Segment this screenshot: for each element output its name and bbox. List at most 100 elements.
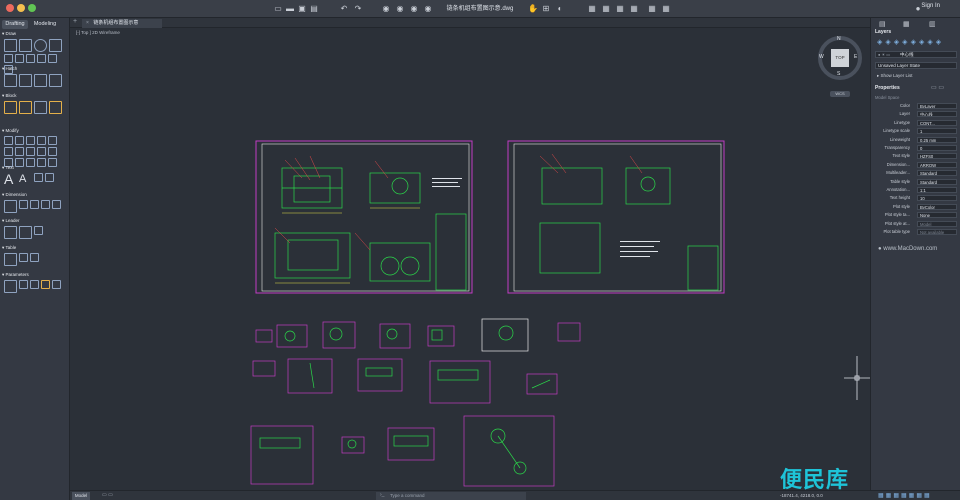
grid-icon[interactable]: ⊞: [542, 5, 550, 13]
property-value[interactable]: ARROW: [917, 161, 957, 168]
explode-tool-icon[interactable]: [37, 147, 46, 156]
minimize-window-button[interactable]: [17, 4, 25, 12]
close-tab-icon[interactable]: ×: [86, 20, 89, 26]
ellipse-tool-icon[interactable]: [26, 54, 35, 63]
section-table[interactable]: ▾ Table: [2, 245, 16, 251]
lock-constraint-icon[interactable]: [41, 280, 50, 289]
insert-block-icon[interactable]: [4, 101, 17, 114]
property-value[interactable]: None: [917, 212, 957, 219]
text-style-icon[interactable]: [34, 173, 43, 182]
section-block[interactable]: ▾ Block: [2, 93, 17, 99]
compass-west[interactable]: W: [819, 54, 824, 60]
new-file-icon[interactable]: ▭: [274, 5, 282, 13]
extend-tool-icon[interactable]: [37, 136, 46, 145]
gradient-tool-icon[interactable]: [19, 74, 32, 87]
layer-off-icon[interactable]: ◈: [894, 38, 899, 46]
model-tab[interactable]: Model: [72, 492, 90, 500]
zoom-icon[interactable]: ◉: [382, 5, 390, 13]
property-value[interactable]: Not available: [917, 229, 957, 235]
sign-in-link[interactable]: Sign In: [921, 3, 940, 9]
radius-dimension-icon[interactable]: [41, 200, 50, 209]
parallel-constraint-icon[interactable]: [30, 280, 39, 289]
hand-icon[interactable]: ✋: [528, 5, 538, 13]
print-icon[interactable]: ▤: [310, 5, 318, 13]
blocks-tab-icon[interactable]: ▦: [903, 20, 910, 28]
osnap-icon[interactable]: ▦: [630, 5, 638, 13]
tab-modeling[interactable]: Modeling: [30, 20, 60, 29]
properties-tab-icon[interactable]: ▥: [929, 20, 936, 28]
property-value[interactable]: Standard: [917, 170, 957, 177]
orbit-icon[interactable]: ◉: [410, 5, 418, 13]
show-layer-list-toggle[interactable]: ▸ Show Layer List: [877, 73, 913, 79]
circle-tool-icon[interactable]: [34, 39, 47, 52]
add-leader-icon[interactable]: [19, 226, 32, 239]
angular-dimension-icon[interactable]: [30, 200, 39, 209]
data-link-icon[interactable]: [19, 253, 28, 262]
render-icon[interactable]: ◉: [424, 5, 432, 13]
chamfer-tool-icon[interactable]: [37, 158, 46, 167]
layer-visibility-icon[interactable]: ● ☀ ▭: [878, 52, 890, 57]
compass-east[interactable]: E: [854, 54, 857, 60]
property-value[interactable]: ByLayer: [917, 103, 957, 109]
tab-drafting[interactable]: Drafting: [2, 20, 28, 29]
mirror-tool-icon[interactable]: [15, 147, 24, 156]
quick-select-icon[interactable]: ▭ ▭: [931, 84, 944, 91]
aligned-dimension-icon[interactable]: [19, 200, 28, 209]
spline-tool-icon[interactable]: [37, 54, 46, 63]
zoom-window-button[interactable]: [28, 4, 36, 12]
hatch-tool-icon[interactable]: [4, 74, 17, 87]
compass-south[interactable]: S: [837, 71, 840, 77]
polyline-tool-icon[interactable]: [19, 39, 32, 52]
section-hatch[interactable]: ▾ Hatch: [2, 66, 17, 72]
point-tool-icon[interactable]: [48, 54, 57, 63]
layer-freeze-icon[interactable]: ◈: [885, 38, 890, 46]
array-tool-icon[interactable]: [15, 158, 24, 167]
layer-previous-icon[interactable]: ◈: [927, 38, 932, 46]
stretch-tool-icon[interactable]: [48, 147, 57, 156]
rotate-tool-icon[interactable]: [15, 136, 24, 145]
property-value[interactable]: HZFS0: [917, 153, 957, 160]
open-folder-icon[interactable]: ▬: [286, 5, 294, 13]
drawing-sheet-2[interactable]: [507, 140, 725, 294]
layout-tabs-icon[interactable]: ▭ ▭: [102, 492, 113, 498]
viewcube-top-face[interactable]: TOP: [831, 49, 849, 67]
properties-scope[interactable]: Model Space: [875, 95, 957, 101]
move-tool-icon[interactable]: [4, 136, 13, 145]
single-line-text-icon[interactable]: A: [19, 173, 32, 186]
show-constraints-icon[interactable]: [52, 280, 61, 289]
layer-tool-icon[interactable]: ▦: [648, 5, 656, 13]
viewcube[interactable]: TOP N S W E: [818, 36, 862, 80]
layers-tab-icon[interactable]: ▤: [879, 20, 886, 28]
command-line-input[interactable]: Type a command: [376, 492, 526, 500]
properties-tool-icon[interactable]: ▦: [662, 5, 670, 13]
redo-icon[interactable]: ↷: [354, 5, 362, 13]
property-value[interactable]: Standard: [917, 178, 957, 185]
undo-icon[interactable]: ↶: [340, 5, 348, 13]
save-icon[interactable]: ▣: [298, 5, 306, 13]
section-draw[interactable]: ▾ Draw: [2, 31, 16, 37]
property-value[interactable]: 1: [917, 128, 957, 135]
edit-block-icon[interactable]: [34, 101, 47, 114]
extract-data-icon[interactable]: [30, 253, 39, 262]
wcs-button[interactable]: WCS: [830, 91, 850, 97]
new-layer-icon[interactable]: ◈: [877, 38, 882, 46]
multileader-icon[interactable]: [4, 226, 17, 239]
property-value[interactable]: ByColor: [917, 203, 957, 210]
horizontal-constraint-icon[interactable]: [4, 280, 17, 293]
join-tool-icon[interactable]: [48, 158, 57, 167]
copy-tool-icon[interactable]: [4, 147, 13, 156]
polar-icon[interactable]: ▦: [616, 5, 624, 13]
ortho-icon[interactable]: ▦: [602, 5, 610, 13]
line-tool-icon[interactable]: [4, 39, 17, 52]
multiline-text-icon[interactable]: A: [4, 172, 17, 186]
property-value[interactable]: 10: [917, 195, 957, 202]
property-value[interactable]: 1:1: [917, 187, 957, 193]
property-value[interactable]: 0: [917, 145, 957, 151]
align-leader-icon[interactable]: [34, 226, 43, 235]
property-value[interactable]: Model: [917, 220, 957, 227]
diameter-dimension-icon[interactable]: [52, 200, 61, 209]
trim-tool-icon[interactable]: [26, 136, 35, 145]
add-tab-icon[interactable]: +: [73, 18, 77, 25]
property-value[interactable]: CONT...: [917, 119, 957, 126]
compass-north[interactable]: N: [837, 36, 841, 42]
